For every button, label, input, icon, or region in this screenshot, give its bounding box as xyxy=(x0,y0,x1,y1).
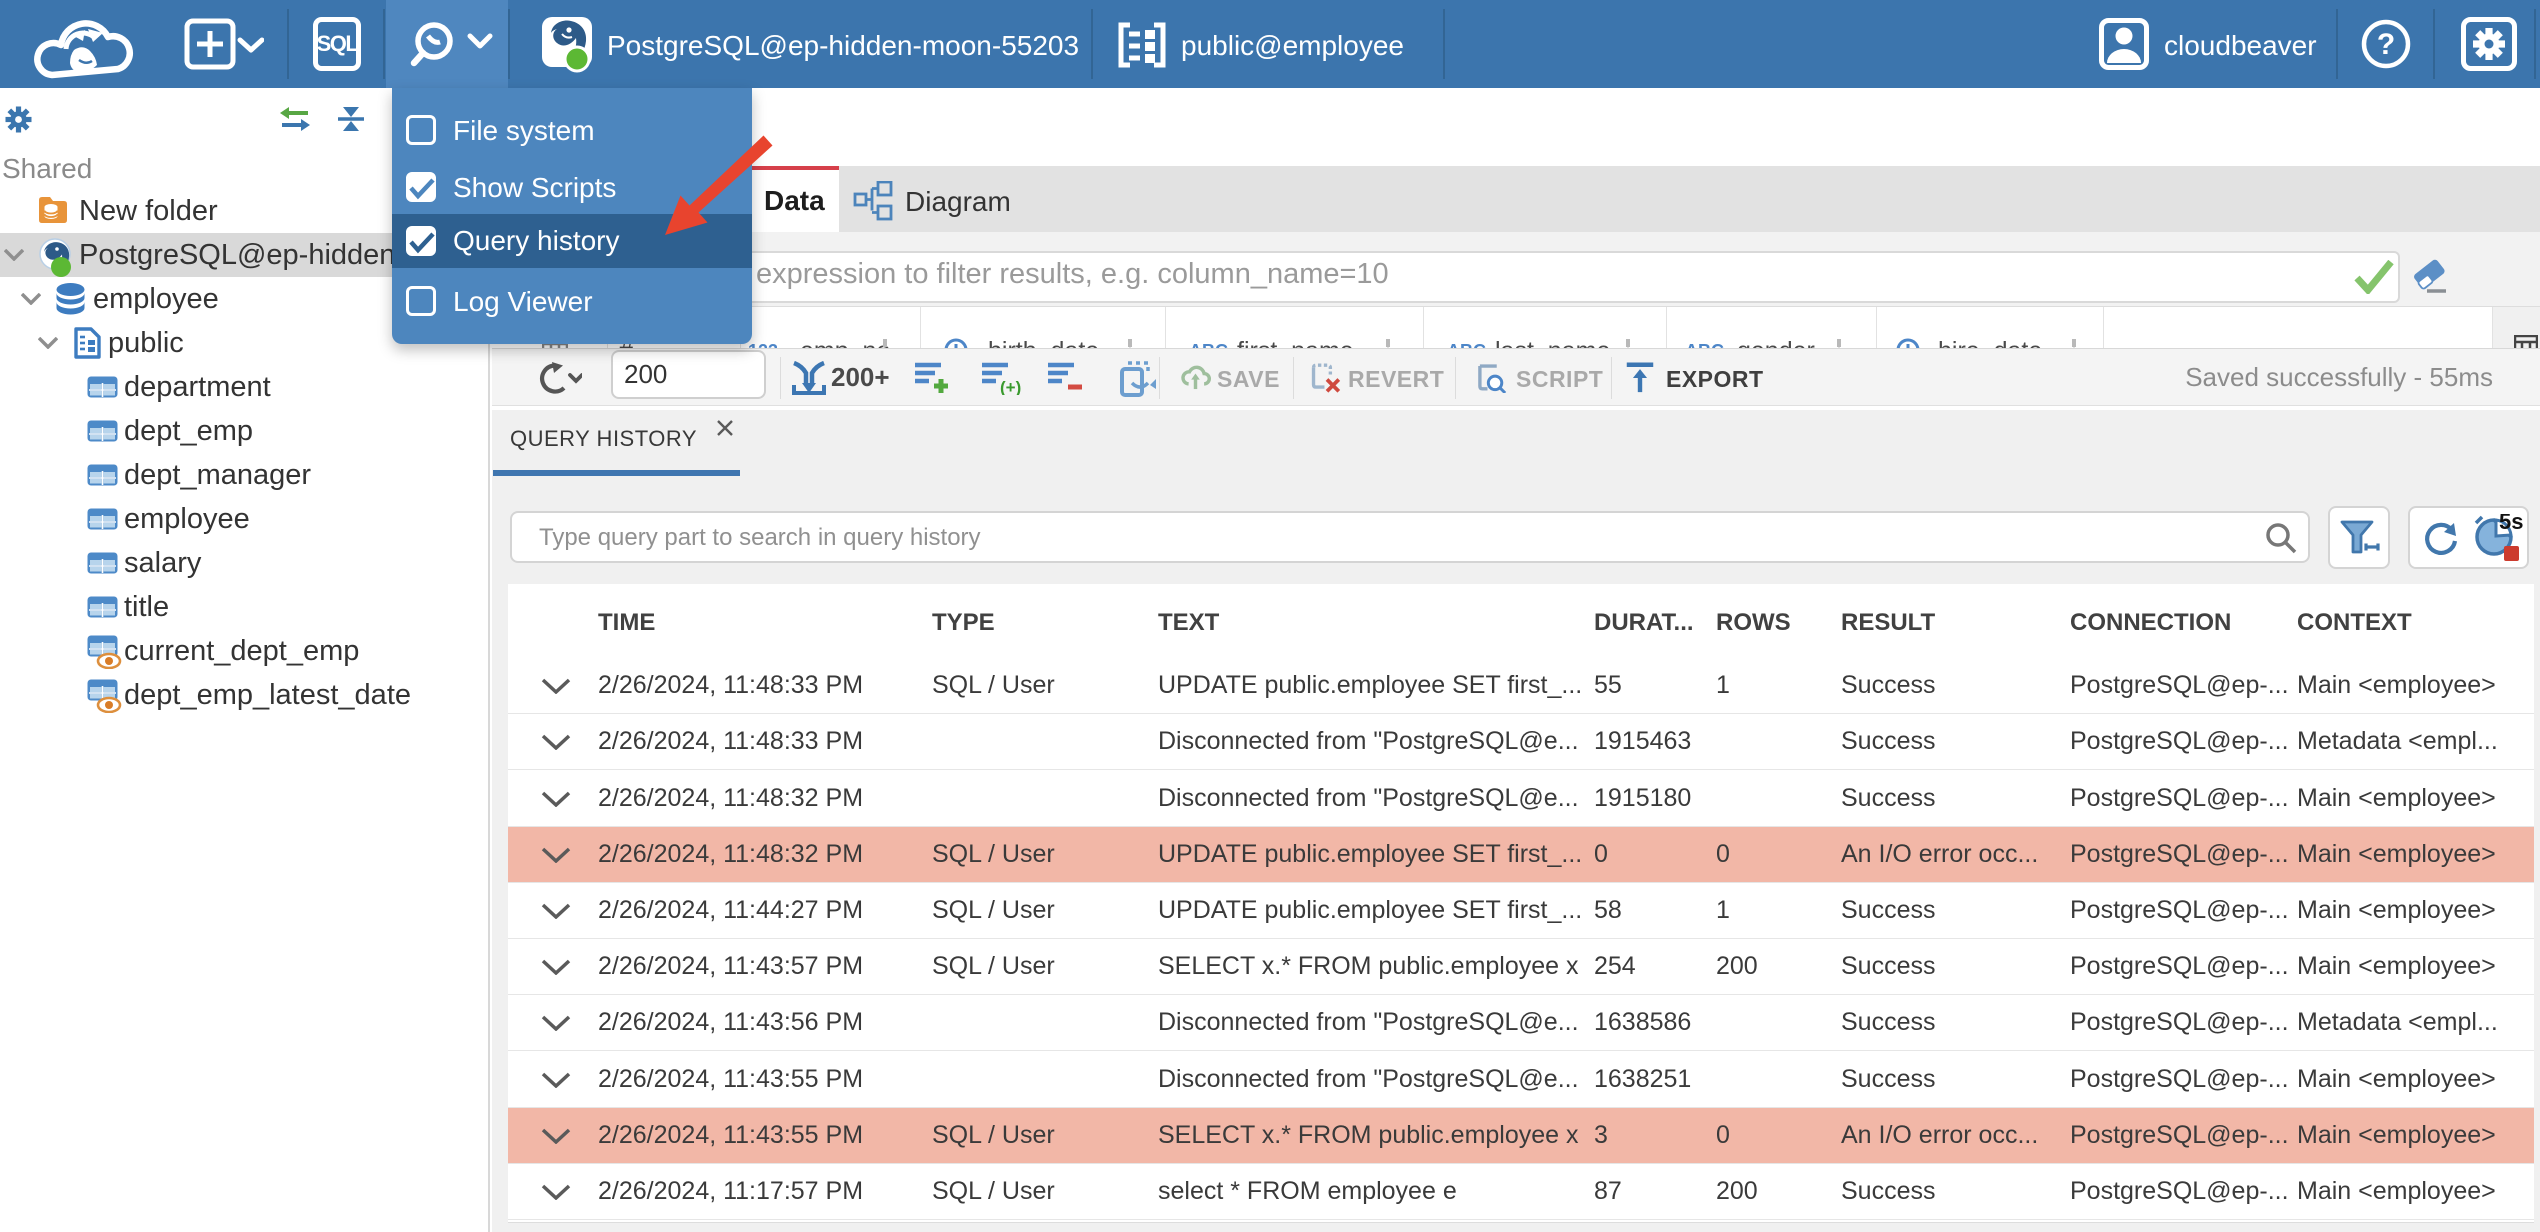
svg-text:5s: 5s xyxy=(2499,514,2523,534)
svg-text:?: ? xyxy=(2377,28,2395,61)
svg-text:(+): (+) xyxy=(1000,378,1021,395)
svg-text:SQL: SQL xyxy=(317,31,359,56)
